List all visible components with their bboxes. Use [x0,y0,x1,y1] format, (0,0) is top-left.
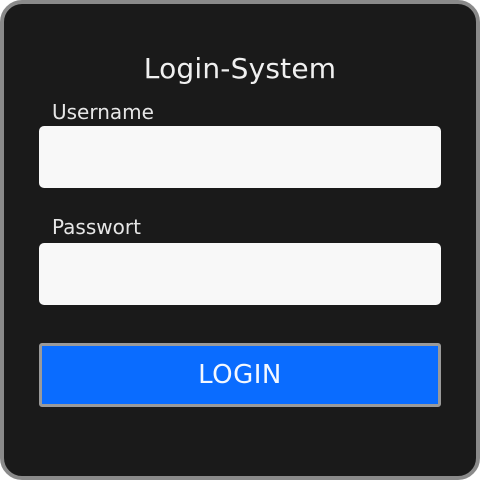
username-label: Username [52,100,154,124]
page-title: Login-System [143,52,337,85]
login-window: Login-System Username Passwort LOGIN [0,0,480,480]
login-button[interactable]: LOGIN [39,343,441,407]
password-input[interactable] [39,243,441,305]
username-input[interactable] [39,126,441,188]
password-label: Passwort [52,215,141,239]
